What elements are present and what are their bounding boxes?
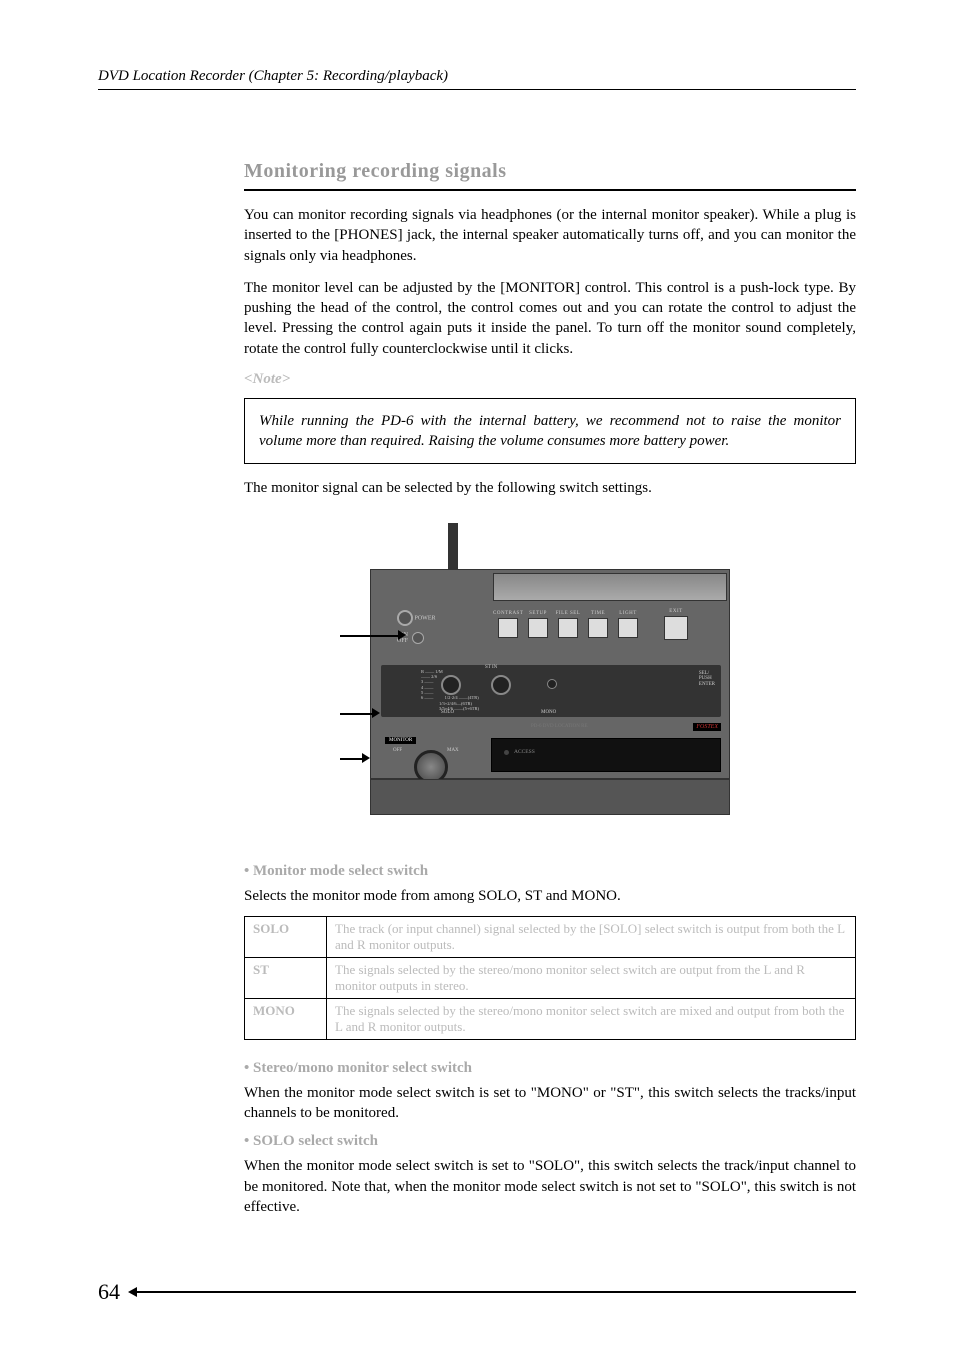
solo-label: SOLO bbox=[441, 710, 454, 715]
page-number: 64 bbox=[98, 1279, 120, 1305]
mode-key: MONO bbox=[245, 998, 327, 1039]
time-button-icon bbox=[588, 618, 608, 638]
sub3-body: When the monitor mode select switch is s… bbox=[244, 1156, 856, 1217]
filesel-button-icon bbox=[558, 618, 578, 638]
antenna-bar bbox=[448, 523, 458, 571]
device-figure: POWER ON OFF CONTRAST SETUP FILE SEL TIM… bbox=[244, 523, 856, 823]
table-row: MONO The signals selected by the stereo/… bbox=[245, 998, 856, 1039]
stereo-mono-knob-icon bbox=[491, 675, 511, 695]
sel-push-enter-label: SEL/ PUSH ENTER bbox=[699, 671, 715, 688]
subheading-solo-select: • SOLO select switch bbox=[244, 1133, 856, 1150]
footer-rule bbox=[130, 1291, 856, 1293]
location-text: PD-6 DVD LOCATION RE bbox=[531, 724, 588, 729]
table-row: ST The signals selected by the stereo/mo… bbox=[245, 957, 856, 998]
note-box: While running the PD-6 with the internal… bbox=[244, 398, 856, 465]
btn-contrast-label: CONTRAST bbox=[493, 611, 523, 616]
btn-filesel-label: FILE SEL bbox=[553, 611, 583, 616]
mode-table: SOLO The track (or input channel) signal… bbox=[244, 916, 856, 1040]
title-rule bbox=[244, 189, 856, 191]
contrast-button-icon bbox=[498, 618, 518, 638]
power-led-icon bbox=[397, 610, 413, 626]
arrow-phones-head-icon bbox=[362, 753, 370, 763]
button-row: CONTRAST SETUP FILE SEL TIME LIGHT EXIT bbox=[493, 610, 727, 640]
arrow-phones-stem bbox=[340, 758, 364, 760]
btn-exit-label: EXIT bbox=[661, 609, 691, 614]
footer-arrow-icon bbox=[128, 1287, 137, 1297]
monitor-label: MONITOR bbox=[385, 737, 416, 744]
btn-setup-label: SETUP bbox=[523, 611, 553, 616]
brand-label: FOSTEX bbox=[693, 723, 721, 731]
device-front bbox=[370, 779, 730, 815]
lcd-screen bbox=[493, 573, 727, 601]
exit-button-icon bbox=[664, 616, 688, 640]
power-label: POWER bbox=[415, 615, 436, 621]
light-button-icon bbox=[618, 618, 638, 638]
note-label: <Note> bbox=[244, 371, 856, 388]
paragraph-1: You can monitor recording signals via he… bbox=[244, 205, 856, 266]
monitor-off-label: OFF bbox=[393, 748, 402, 753]
mode-key: SOLO bbox=[245, 916, 327, 957]
stin-label: ST IN bbox=[485, 665, 497, 670]
mono-indicator-icon bbox=[547, 679, 557, 689]
mode-key: ST bbox=[245, 957, 327, 998]
power-switch-icon bbox=[412, 632, 424, 644]
subheading-stereo-mono: • Stereo/mono monitor select switch bbox=[244, 1060, 856, 1077]
access-label: ACCESS bbox=[514, 749, 535, 755]
mode-value: The signals selected by the stereo/mono … bbox=[327, 998, 856, 1039]
arrow-monitor-head-icon bbox=[372, 708, 380, 718]
sub2-body: When the monitor mode select switch is s… bbox=[244, 1083, 856, 1124]
mode-value: The signals selected by the stereo/mono … bbox=[327, 957, 856, 998]
paragraph-2: The monitor level can be adjusted by the… bbox=[244, 278, 856, 359]
brand-row: PD-6 DVD LOCATION RE FOSTEX bbox=[491, 720, 721, 734]
section-title: Monitoring recording signals bbox=[244, 160, 856, 183]
arrow-solo-stem bbox=[340, 635, 400, 637]
device-panel: POWER ON OFF CONTRAST SETUP FILE SEL TIM… bbox=[370, 569, 730, 779]
monitor-max-label: MAX bbox=[447, 748, 459, 753]
table-row: SOLO The track (or input channel) signal… bbox=[245, 916, 856, 957]
running-header: DVD Location Recorder (Chapter 5: Record… bbox=[98, 68, 856, 90]
solo-select-knob-icon bbox=[441, 675, 461, 695]
arrow-solo-head-icon bbox=[398, 630, 406, 640]
access-led-icon bbox=[504, 750, 509, 755]
content: Monitoring recording signals You can mon… bbox=[244, 160, 856, 1217]
mono-label: MONO bbox=[541, 710, 556, 715]
power-block: POWER ON OFF bbox=[397, 610, 477, 645]
arrow-monitor-stem bbox=[340, 713, 374, 715]
device-illustration: POWER ON OFF CONTRAST SETUP FILE SEL TIM… bbox=[370, 523, 730, 823]
sub1-body: Selects the monitor mode from among SOLO… bbox=[244, 886, 856, 906]
setup-button-icon bbox=[528, 618, 548, 638]
monitor-block: MONITOR OFF MAX bbox=[385, 728, 477, 784]
display-panel: ACCESS bbox=[491, 738, 721, 772]
mode-value: The track (or input channel) signal sele… bbox=[327, 916, 856, 957]
subheading-monitor-mode: • Monitor mode select switch bbox=[244, 863, 856, 880]
switch-panel: R —— 1/M —— 2/S 3 —— 4 —— 5 —— 6 —— 1/2·… bbox=[381, 665, 721, 717]
paragraph-3: The monitor signal can be selected by th… bbox=[244, 478, 856, 498]
footer: 64 bbox=[98, 1279, 856, 1305]
btn-time-label: TIME bbox=[583, 611, 613, 616]
btn-light-label: LIGHT bbox=[613, 611, 643, 616]
